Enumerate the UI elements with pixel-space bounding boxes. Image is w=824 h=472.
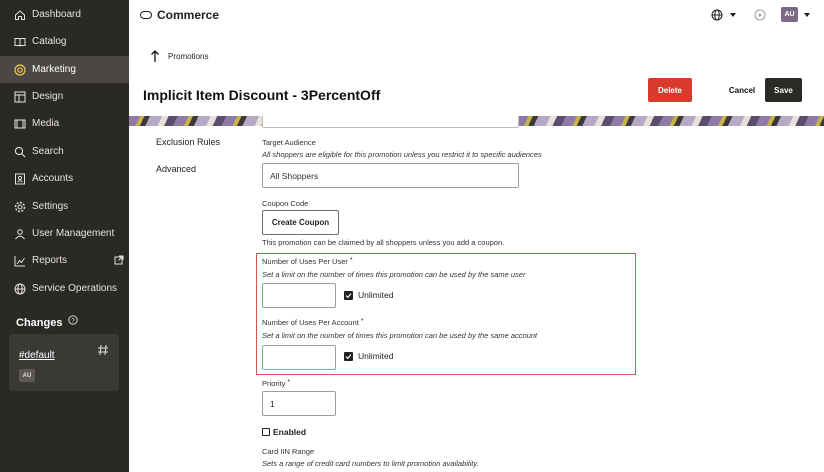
- uses-per-account-field[interactable]: [262, 345, 336, 370]
- globe-icon: [14, 283, 26, 295]
- top-bar: Commerce AU: [129, 0, 824, 30]
- breadcrumb[interactable]: Promotions: [168, 52, 208, 61]
- priority-field[interactable]: 1: [262, 391, 336, 416]
- target-audience-field[interactable]: All Shoppers: [262, 163, 519, 188]
- brand-name: Commerce: [157, 8, 220, 22]
- uses-per-user-helper: Set a limit on the number of times this …: [262, 270, 526, 279]
- checkbox-checked[interactable]: [344, 351, 353, 361]
- priority-label-text: Priority: [262, 379, 286, 388]
- sidebar-item-user-management[interactable]: User Management: [0, 220, 129, 247]
- sidebar-item-design[interactable]: Design: [0, 83, 129, 110]
- sidebar-item-label: Settings: [32, 201, 69, 212]
- sidebar-item-reports[interactable]: Reports: [0, 247, 129, 274]
- chart-icon: [14, 255, 26, 267]
- card-iin-range-label: Card IIN Range: [262, 447, 315, 456]
- save-button[interactable]: Save: [765, 78, 802, 102]
- uses-per-user-unlimited-checkbox[interactable]: Unlimited: [344, 290, 393, 300]
- coupon-code-helper: This promotion can be claimed by all sho…: [262, 238, 505, 247]
- check-icon: [345, 353, 352, 359]
- globe-icon[interactable]: [711, 9, 723, 21]
- play-icon[interactable]: [754, 9, 766, 21]
- sidebar-item-label: Design: [32, 91, 64, 102]
- sidebar-item-label: Accounts: [32, 173, 74, 184]
- checkbox-checked[interactable]: [344, 290, 353, 300]
- page-title: Implicit Item Discount - 3PercentOff: [143, 87, 381, 103]
- required-marker: *: [349, 257, 353, 264]
- user-avatar[interactable]: AU: [781, 7, 798, 22]
- uses-per-account-helper: Set a limit on the number of times this …: [262, 331, 538, 340]
- target-audience-label: Target Audience: [262, 138, 316, 147]
- changes-card: #default AU: [9, 334, 119, 391]
- brand[interactable]: Commerce: [140, 8, 219, 22]
- sidebar-item-label: Reports: [32, 255, 68, 266]
- user-icon: [14, 228, 26, 240]
- uses-per-account-unlimited-checkbox[interactable]: Unlimited: [344, 351, 393, 361]
- coupon-code-label: Coupon Code: [262, 199, 309, 208]
- logo-icon: [140, 11, 152, 19]
- create-coupon-button[interactable]: Create Coupon: [262, 210, 339, 235]
- sidebar-item-accounts[interactable]: Accounts: [0, 165, 129, 192]
- sidebar-item-search[interactable]: Search: [0, 138, 129, 165]
- chevron-down-icon[interactable]: [803, 11, 811, 19]
- enabled-checkbox[interactable]: Enabled: [262, 427, 306, 437]
- priority-label: Priority *: [262, 379, 290, 388]
- target-icon: [14, 63, 26, 76]
- gear-icon: [14, 201, 26, 213]
- target-audience-helper: All shoppers are eligible for this promo…: [262, 150, 542, 159]
- section-link-exclusion-rules[interactable]: Exclusion Rules: [156, 137, 220, 147]
- cancel-button[interactable]: Cancel: [724, 78, 760, 102]
- external-link-icon: [114, 255, 124, 265]
- sidebar-item-label: User Management: [32, 228, 115, 239]
- search-icon: [14, 146, 26, 158]
- sidebar-item-label: Dashboard: [32, 9, 81, 20]
- delete-button[interactable]: Delete: [648, 78, 692, 102]
- sidebar-item-marketing[interactable]: Marketing: [0, 56, 129, 83]
- uses-per-account-label-text: Number of Uses Per Account: [262, 318, 359, 327]
- film-icon: [14, 118, 26, 130]
- required-marker: *: [360, 318, 364, 325]
- book-icon: [14, 36, 26, 48]
- card-iin-range-helper: Sets a range of credit card numbers to l…: [262, 459, 479, 468]
- unlimited-label: Unlimited: [358, 351, 394, 361]
- sidebar-item-catalog[interactable]: Catalog: [0, 28, 129, 55]
- sidebar-item-label: Catalog: [32, 36, 67, 47]
- help-icon[interactable]: ?: [68, 315, 78, 325]
- sidebar-item-settings[interactable]: Settings: [0, 193, 129, 220]
- checkbox-unchecked[interactable]: [262, 428, 270, 436]
- sidebar-item-label: Search: [32, 146, 64, 157]
- check-icon: [345, 292, 352, 298]
- layout-icon: [14, 91, 26, 103]
- sidebar-item-label: Marketing: [32, 64, 76, 75]
- required-marker: *: [287, 379, 291, 386]
- sidebar-item-label: Media: [32, 118, 60, 129]
- changes-title: Changes: [16, 317, 63, 329]
- sidebar-item-media[interactable]: Media: [0, 110, 129, 137]
- home-icon: [14, 9, 26, 21]
- sidebar-item-label: Service Operations: [32, 283, 118, 294]
- uses-per-account-label: Number of Uses Per Account *: [262, 318, 363, 327]
- chevron-down-icon[interactable]: [729, 11, 737, 19]
- sidebar: Dashboard Catalog Marketing Design Media…: [0, 0, 129, 472]
- sidebar-item-service-operations[interactable]: Service Operations: [0, 275, 129, 302]
- section-link-advanced[interactable]: Advanced: [156, 164, 196, 174]
- uses-per-user-label: Number of Uses Per User *: [262, 257, 353, 266]
- enabled-label: Enabled: [273, 427, 307, 437]
- hash-icon: [98, 344, 108, 356]
- uses-per-user-label-text: Number of Uses Per User: [262, 257, 348, 266]
- sidebar-item-dashboard[interactable]: Dashboard: [0, 1, 129, 28]
- accounts-icon: [14, 173, 26, 185]
- avatar: AU: [19, 369, 35, 382]
- unlimited-label: Unlimited: [358, 290, 394, 300]
- uses-per-user-field[interactable]: [262, 283, 336, 308]
- scrolled-field-edge: [262, 116, 519, 128]
- changes-default-link[interactable]: #default: [19, 350, 55, 361]
- back-arrow-icon[interactable]: [150, 49, 160, 63]
